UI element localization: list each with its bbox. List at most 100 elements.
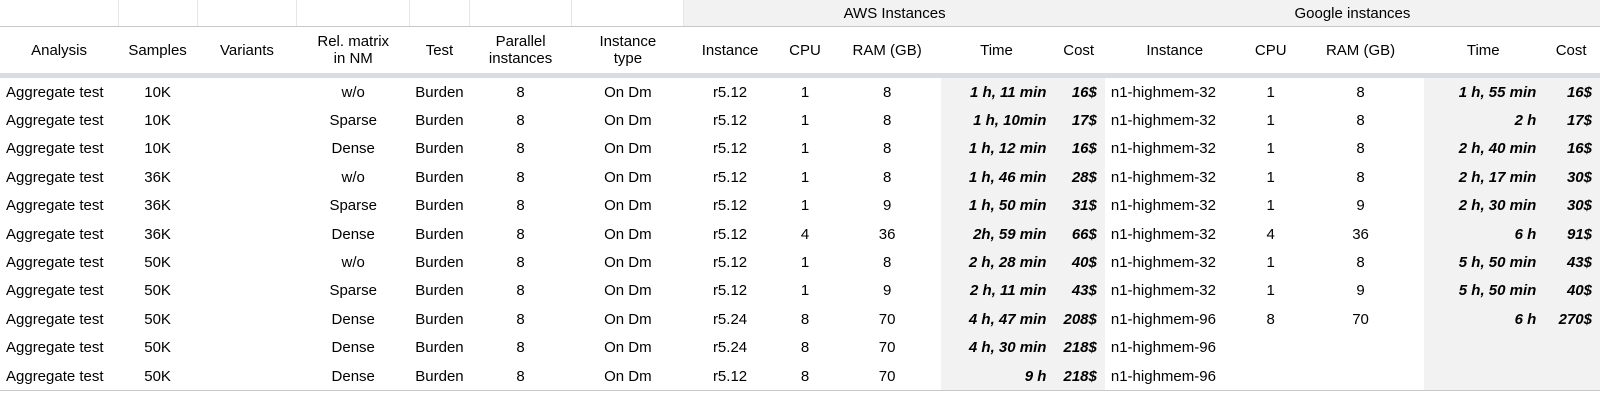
- cell-instance-type: On Dm: [604, 339, 652, 357]
- cell-google-time: 5 h, 50 min: [1424, 248, 1543, 277]
- group-spacer: [197, 0, 298, 27]
- cell-test: Burden: [415, 310, 464, 328]
- table-row: Aggregate test 10K Sparse Burden 8 On Dm r5.12…: [0, 106, 1600, 135]
- cell-google-ram: 8: [1356, 168, 1365, 186]
- table-row: Aggregate test 10K w/o Burden 8 On Dm r5.12 1 8 1…: [0, 75, 1600, 107]
- cell-aws-cost: 66$: [1052, 219, 1105, 249]
- cell-aws-cpu: 1: [800, 140, 810, 158]
- cell-analysis: Aggregate test: [6, 168, 104, 186]
- cell-rel-matrix: Sparse: [329, 197, 377, 215]
- cell-aws-instance: r5.12: [712, 282, 748, 300]
- cell-variants: [197, 106, 297, 134]
- cell-variants: [197, 192, 297, 220]
- cell-analysis: Aggregate test: [6, 112, 104, 130]
- cell-google-cost: 16$: [1542, 75, 1600, 107]
- cell-google-cpu: 1: [1266, 112, 1275, 130]
- cell-rel-matrix: w/o: [341, 83, 365, 101]
- cell-variants: [197, 248, 297, 276]
- cell-samples: 50K: [144, 310, 171, 328]
- table-row: Aggregate test 36K w/o Burden 8 On Dm r5.12 1 8 1…: [0, 163, 1600, 192]
- cell-variants: [197, 334, 297, 362]
- cell-google-time: 2 h, 30 min: [1424, 191, 1543, 220]
- cell-parallel-instances: 8: [516, 197, 525, 215]
- cell-aws-instance: r5.12: [712, 140, 748, 158]
- cell-aws-cpu: 1: [800, 168, 810, 186]
- cell-google-time: 6 h: [1424, 219, 1543, 249]
- cell-test: Burden: [415, 254, 464, 272]
- cell-google-ram: 36: [1352, 225, 1369, 243]
- cell-google-ram: 8: [1356, 254, 1365, 272]
- cell-aws-time: 2h, 59 min: [940, 219, 1053, 249]
- cell-google-time: 1 h, 55 min: [1424, 75, 1543, 107]
- cell-rel-matrix: Dense: [331, 310, 375, 328]
- cell-google-instance: n1-highmem-96: [1104, 361, 1245, 392]
- cell-analysis: Aggregate test: [6, 140, 104, 158]
- cell-google-time: 6 h: [1424, 305, 1543, 334]
- aws-group-header: AWS Instances: [683, 0, 1105, 27]
- cell-aws-time: 1 h, 10min: [940, 106, 1053, 135]
- cell-aws-instance: r5.12: [712, 83, 748, 101]
- col-instance-type: Instance type: [572, 27, 684, 76]
- cell-google-instance: n1-highmem-32: [1110, 168, 1216, 186]
- cell-google-instance: n1-highmem-32: [1110, 83, 1216, 101]
- col-itype-line2: type: [613, 50, 643, 67]
- col-google-cpu: CPU: [1254, 41, 1287, 59]
- cell-google-cpu: 1: [1266, 197, 1275, 215]
- cell-test: Burden: [415, 83, 464, 101]
- cell-google-cpu: 1: [1266, 140, 1275, 158]
- cell-google-cpu: 1: [1266, 168, 1275, 186]
- cell-aws-cpu: 1: [800, 197, 810, 215]
- group-spacer: [469, 0, 573, 27]
- col-itype-line1: Instance: [599, 33, 657, 50]
- cell-google-cost: 43$: [1542, 248, 1600, 277]
- cell-google-time: 2 h: [1424, 106, 1543, 135]
- cell-aws-time: 2 h, 11 min: [940, 276, 1053, 306]
- cell-aws-ram: 36: [878, 225, 896, 243]
- group-header-row: AWS Instances Google instances: [0, 0, 1600, 27]
- cell-aws-cost: 208$: [1052, 305, 1105, 334]
- cell-variants: [197, 135, 297, 163]
- col-rel-matrix-line2: in NM: [333, 50, 373, 67]
- cell-google-instance: n1-highmem-32: [1110, 112, 1216, 130]
- cell-aws-instance: r5.12: [712, 112, 748, 130]
- cell-rel-matrix: Dense: [331, 140, 375, 158]
- cell-aws-cost: 17$: [1052, 106, 1105, 135]
- cell-google-time: 5 h, 50 min: [1424, 276, 1543, 306]
- cell-aws-cost: 43$: [1052, 276, 1105, 306]
- cell-analysis: Aggregate test: [6, 282, 104, 300]
- cell-aws-time: 1 h, 12 min: [940, 134, 1053, 164]
- col-aws-cpu: CPU: [789, 41, 821, 59]
- cell-google-instance: n1-highmem-32: [1110, 282, 1216, 300]
- cell-parallel-instances: 8: [516, 83, 525, 101]
- cell-test: Burden: [415, 140, 464, 158]
- table-body: Aggregate test 10K w/o Burden 8 On Dm r5.12 1 8 1…: [0, 75, 1600, 392]
- cell-aws-ram: 70: [878, 310, 896, 328]
- cell-aws-cost: 31$: [1052, 191, 1105, 220]
- cell-aws-instance: r5.12: [683, 361, 777, 392]
- cell-variants: [197, 361, 297, 392]
- cell-samples: 50K: [144, 282, 171, 300]
- cell-samples: 10K: [144, 112, 171, 130]
- cell-aws-ram: 70: [833, 361, 941, 392]
- cell-google-instance: n1-highmem-32: [1110, 225, 1216, 243]
- col-test: Test: [425, 41, 454, 59]
- col-aws-instance: Instance: [701, 41, 759, 59]
- col-rel-matrix-line1: Rel. matrix: [317, 33, 390, 50]
- cell-aws-instance: r5.24: [712, 310, 748, 328]
- cell-google-instance: n1-highmem-32: [1110, 197, 1216, 215]
- cell-test: Burden: [415, 197, 464, 215]
- cell-rel-matrix: w/o: [341, 254, 365, 272]
- cell-aws-cpu: 8: [800, 310, 810, 328]
- cell-parallel-instances: 8: [516, 339, 525, 357]
- cell-google-ram: [1296, 361, 1425, 392]
- cell-google-cost: 270$: [1542, 305, 1600, 334]
- cell-instance-type: On Dm: [604, 225, 652, 243]
- cell-google-cpu: 4: [1266, 225, 1275, 243]
- col-parallel-instances: Parallel instances: [469, 27, 572, 76]
- cell-google-time: 2 h, 17 min: [1424, 163, 1543, 192]
- cell-samples: 36K: [144, 197, 171, 215]
- cell-google-time: 2 h, 40 min: [1424, 134, 1543, 164]
- cell-instance-type: On Dm: [604, 197, 652, 215]
- cell-rel-matrix: Sparse: [329, 112, 377, 130]
- cell-instance-type: On Dm: [604, 140, 652, 158]
